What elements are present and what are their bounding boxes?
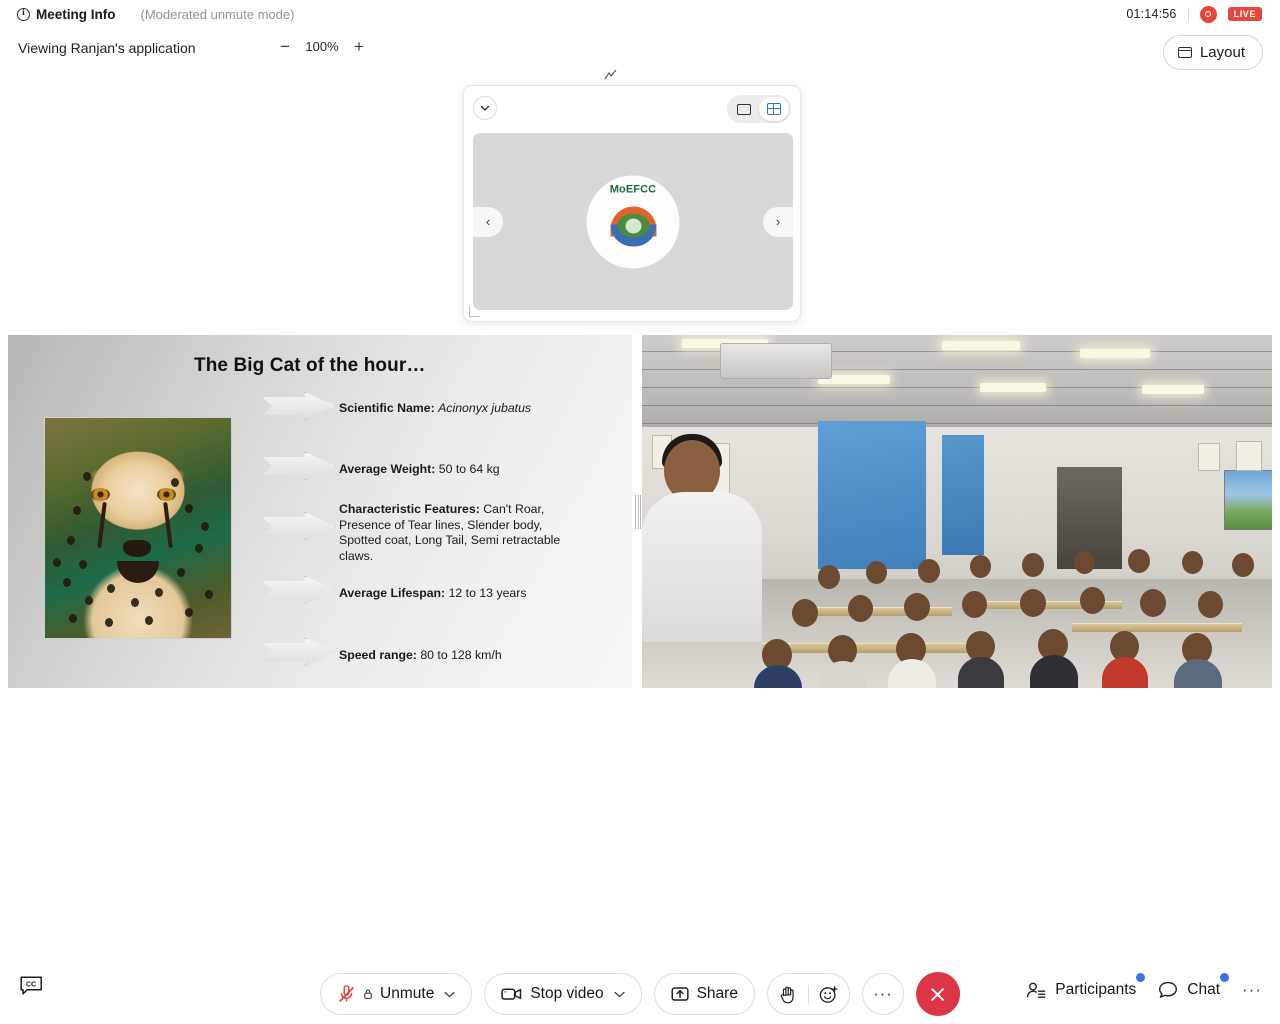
zoom-level-value: 100% bbox=[305, 39, 339, 54]
reactions-group bbox=[766, 973, 850, 1015]
next-participant-button[interactable]: › bbox=[763, 206, 793, 237]
captions-icon[interactable]: CC bbox=[19, 975, 44, 997]
floating-panel-header bbox=[464, 86, 800, 129]
viewing-label: Viewing Ranjan's application bbox=[18, 40, 196, 56]
participants-badge bbox=[1136, 973, 1146, 982]
bullet-label: Scientific Name: bbox=[339, 401, 435, 415]
chevron-down-icon[interactable] bbox=[444, 991, 455, 998]
more-options-button[interactable]: ··· bbox=[861, 973, 904, 1015]
arrow-bullet bbox=[262, 392, 336, 420]
leave-meeting-button[interactable] bbox=[915, 972, 960, 1016]
sub-bar: Viewing Ranjan's application − 100% + La… bbox=[0, 30, 1280, 80]
chat-label: Chat bbox=[1187, 981, 1221, 998]
bottom-toolbar: CC Unmute Stop video Share ··· Participa… bbox=[0, 960, 1280, 1024]
camera-icon bbox=[501, 988, 522, 1000]
single-view-button[interactable] bbox=[729, 97, 759, 121]
chevron-down-icon[interactable] bbox=[613, 991, 625, 998]
meeting-timer: 01:14:56 bbox=[1126, 7, 1177, 21]
bullet-label: Characteristic Features: bbox=[339, 502, 480, 516]
bullet-value: 80 to 128 km/h bbox=[420, 648, 502, 662]
top-bar-right: 01:14:56 LIVE bbox=[1126, 0, 1262, 28]
bullet-value: 50 to 64 kg bbox=[438, 462, 500, 476]
single-pane-icon bbox=[737, 103, 751, 115]
svg-text:CC: CC bbox=[26, 981, 36, 988]
share-button-label: Share bbox=[696, 985, 738, 1002]
slide-bullet-text: Characteristic Features: Can't Roar, Pre… bbox=[339, 502, 577, 564]
stop-video-button-label: Stop video bbox=[530, 985, 604, 1002]
panel-resize-handle[interactable] bbox=[469, 306, 480, 317]
slide-bullet-text: Speed range: 80 to 128 km/h bbox=[339, 648, 609, 664]
live-badge: LIVE bbox=[1227, 6, 1262, 22]
bullet-label: Average Lifespan: bbox=[339, 586, 446, 600]
layout-button-label: Layout bbox=[1199, 44, 1245, 61]
mic-muted-icon bbox=[339, 984, 355, 1002]
center-controls: Unmute Stop video Share ··· bbox=[320, 972, 960, 1016]
raise-hand-button[interactable] bbox=[768, 973, 808, 1015]
bullet-label: Speed range: bbox=[339, 648, 417, 662]
participants-label: Participants bbox=[1055, 981, 1137, 998]
layout-icon bbox=[1177, 47, 1192, 58]
slide-bullet-text: Average Lifespan: 12 to 13 years bbox=[339, 586, 609, 602]
avatar-label: MoEFCC bbox=[609, 183, 657, 195]
unmute-button-label: Unmute bbox=[380, 985, 435, 1002]
bullet-label: Average Weight: bbox=[339, 462, 436, 476]
padlock-icon bbox=[364, 989, 372, 999]
avatar: MoEFCC bbox=[586, 175, 680, 268]
participant-tile[interactable]: MoEFCC ‹ › bbox=[473, 133, 793, 310]
reactions-button[interactable] bbox=[809, 973, 849, 1015]
share-screen-icon bbox=[671, 987, 689, 1001]
slide-bullet-text: Scientific Name: Acinonyx jubatus bbox=[339, 401, 609, 417]
view-mode-toggle bbox=[727, 95, 791, 123]
bullet-value: Acinonyx jubatus bbox=[438, 401, 532, 415]
zoom-in-button[interactable]: + bbox=[352, 38, 366, 55]
meeting-info-label: Meeting Info bbox=[36, 6, 116, 22]
overflow-menu-button[interactable]: ··· bbox=[1242, 980, 1262, 1000]
grid-pane-icon bbox=[767, 103, 781, 115]
stop-video-button[interactable]: Stop video bbox=[484, 973, 642, 1015]
shared-screen-slide[interactable]: The Big Cat of the hour… Scientific Name… bbox=[8, 335, 632, 688]
zoom-controls: − 100% + bbox=[278, 38, 366, 55]
divider bbox=[1187, 7, 1189, 21]
arrow-bullet bbox=[262, 638, 336, 666]
close-icon bbox=[931, 987, 945, 1001]
moderated-mode-label: (Moderated unmute mode) bbox=[140, 6, 295, 22]
arrow-bullet bbox=[262, 576, 336, 604]
participants-icon bbox=[1027, 982, 1046, 998]
unmute-button[interactable]: Unmute bbox=[320, 973, 473, 1015]
chat-badge bbox=[1220, 973, 1230, 982]
raise-hand-icon bbox=[780, 986, 794, 1003]
chat-icon bbox=[1159, 981, 1178, 998]
cheetah-photo bbox=[44, 417, 232, 639]
bullet-value: 12 to 13 years bbox=[448, 586, 527, 600]
arrow-bullet bbox=[262, 512, 336, 540]
previous-participant-button[interactable]: ‹ bbox=[473, 206, 503, 237]
grid-view-button[interactable] bbox=[759, 97, 789, 121]
foreground-participant bbox=[642, 434, 762, 688]
pane-resize-handle[interactable] bbox=[634, 335, 642, 688]
emoji-reaction-icon bbox=[819, 985, 838, 1003]
slide-title: The Big Cat of the hour… bbox=[194, 355, 426, 376]
expand-view-icon[interactable] bbox=[604, 68, 617, 81]
meeting-app: i Meeting Info (Moderated unmute mode) 0… bbox=[0, 0, 1280, 1024]
recording-icon[interactable] bbox=[1199, 5, 1217, 23]
floating-participant-panel[interactable]: MoEFCC ‹ › bbox=[463, 85, 801, 322]
chevron-down-icon[interactable] bbox=[473, 96, 497, 120]
right-controls: Participants Chat ··· bbox=[1026, 973, 1262, 1000]
slide-bullet-text: Average Weight: 50 to 64 kg bbox=[339, 462, 609, 478]
info-icon: i bbox=[17, 7, 30, 21]
participants-button[interactable]: Participants bbox=[1026, 973, 1146, 999]
classroom-video-feed[interactable] bbox=[642, 335, 1272, 688]
layout-button[interactable]: Layout bbox=[1162, 35, 1263, 70]
zoom-out-button[interactable]: − bbox=[278, 38, 292, 55]
chat-button[interactable]: Chat bbox=[1158, 973, 1230, 999]
share-button[interactable]: Share bbox=[653, 973, 755, 1015]
air-conditioner bbox=[720, 343, 832, 379]
meeting-info-button[interactable]: i Meeting Info bbox=[17, 7, 116, 22]
top-bar: i Meeting Info (Moderated unmute mode) 0… bbox=[0, 0, 1280, 28]
government-emblem-icon bbox=[604, 196, 662, 254]
arrow-bullet bbox=[262, 452, 336, 480]
